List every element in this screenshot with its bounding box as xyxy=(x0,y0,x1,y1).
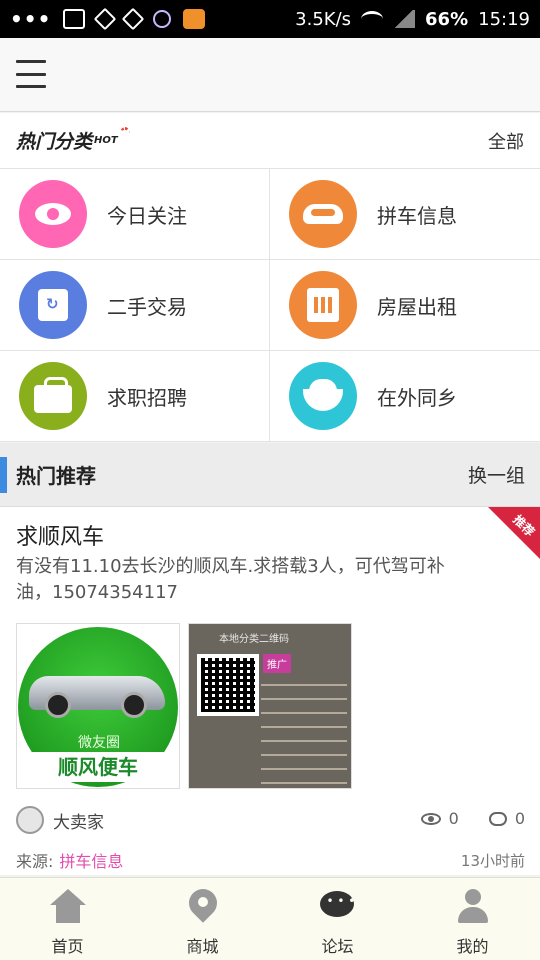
nav-label: 论坛 xyxy=(321,937,354,956)
recommend-header: 热门推荐 换一组 xyxy=(0,443,540,507)
category-label: 求职招聘 xyxy=(107,385,187,410)
author-name: 大卖家 xyxy=(53,812,104,833)
car-illustration xyxy=(29,676,165,718)
categories-title: 热门分类 xyxy=(16,131,93,153)
section-accent-bar xyxy=(0,456,7,493)
category-carpool[interactable]: 拼车信息 xyxy=(270,169,540,260)
post-body: 有没有11.10去长沙的顺风车.求搭载3人，可代驾可补油，15074354117 xyxy=(16,556,445,603)
nav-me[interactable]: 我的 xyxy=(405,878,540,960)
recommend-title: 热门推荐 xyxy=(16,464,96,488)
avatar xyxy=(16,806,44,834)
board-tag: 推广 xyxy=(263,654,291,673)
post-title[interactable]: 求顺风车 xyxy=(16,519,104,551)
image-notification-icon xyxy=(63,9,86,29)
overflow-dots: ••• xyxy=(10,7,52,31)
battery-level: 66% xyxy=(425,8,469,30)
game-notification-icon xyxy=(183,9,206,29)
comments-count: 0 xyxy=(514,809,525,828)
bottom-nav: 首页 商城 论坛 我的 xyxy=(0,877,540,960)
post-card[interactable]: 求顺风车 推荐 有没有11.10去长沙的顺风车.求搭载3人，可代驾可补油，150… xyxy=(0,507,540,875)
status-bar: ••• 3.5K/s 66% 15:19 xyxy=(0,0,540,38)
post-author[interactable]: 大卖家 xyxy=(16,806,104,834)
recommended-badge: 推荐 xyxy=(488,507,540,559)
chat-bubbles-icon xyxy=(319,889,356,925)
car-icon xyxy=(289,180,357,248)
app-notification-icon-2 xyxy=(122,7,145,31)
category-today-focus[interactable]: 今日关注 xyxy=(0,169,270,260)
shopping-bag-icon xyxy=(19,271,87,339)
circle-notification-icon xyxy=(153,10,172,28)
nav-label: 商城 xyxy=(186,937,219,956)
views-count: 0 xyxy=(448,809,459,828)
category-grid: 今日关注 拼车信息 二手交易 房屋出租 求职招聘 在外同乡 xyxy=(0,169,540,442)
category-label: 拼车信息 xyxy=(377,203,457,228)
board-title: 本地分类二维码 xyxy=(219,634,289,645)
eye-icon xyxy=(19,180,87,248)
category-label: 在外同乡 xyxy=(377,385,457,410)
category-second-hand[interactable]: 二手交易 xyxy=(0,260,270,351)
hamburger-menu-icon[interactable] xyxy=(16,60,46,88)
nav-label: 我的 xyxy=(456,937,489,956)
refresh-button[interactable]: 换一组 xyxy=(468,461,525,488)
network-speed: 3.5K/s xyxy=(295,8,352,30)
comments-icon xyxy=(488,811,507,826)
views-icon xyxy=(420,812,441,825)
user-icon xyxy=(455,889,491,925)
post-image-qrcode-board[interactable]: 本地分类二维码 推广 xyxy=(188,623,352,789)
category-jobs[interactable]: 求职招聘 xyxy=(0,351,270,442)
post-stats: 0 0 xyxy=(420,809,525,828)
image-subtitle: 微友圈 xyxy=(78,735,120,751)
post-image-carpool[interactable]: 微友圈 顺风便车 xyxy=(16,623,180,789)
map-pin-icon xyxy=(185,889,221,925)
source-label: 来源: xyxy=(16,852,54,871)
nav-forum[interactable]: 论坛 xyxy=(270,878,405,960)
house-icon xyxy=(289,271,357,339)
all-categories-link[interactable]: 全部 xyxy=(488,128,524,154)
post-source: 来源: 拼车信息 xyxy=(16,848,123,872)
category-label: 今日关注 xyxy=(107,203,187,228)
source-category-link[interactable]: 拼车信息 xyxy=(59,852,123,871)
image-caption: 顺风便车 xyxy=(25,752,171,782)
post-time: 13小时前 xyxy=(460,852,525,870)
nav-label: 首页 xyxy=(51,937,84,956)
bowl-icon xyxy=(289,362,357,430)
signal-icon xyxy=(393,10,416,28)
app-notification-icon xyxy=(94,7,117,31)
categories-header: 热门分类 HOT 全部 xyxy=(0,113,540,169)
hot-badge: HOT xyxy=(94,127,130,146)
category-label: 房屋出租 xyxy=(377,294,457,319)
home-icon xyxy=(49,889,86,925)
category-label: 二手交易 xyxy=(107,294,187,319)
nav-mall[interactable]: 商城 xyxy=(135,878,270,960)
clock: 15:19 xyxy=(478,8,530,30)
qr-code-icon xyxy=(197,654,259,716)
briefcase-icon xyxy=(19,362,87,430)
wifi-icon xyxy=(361,11,384,27)
category-house-rental[interactable]: 房屋出租 xyxy=(270,260,540,351)
nav-home[interactable]: 首页 xyxy=(0,878,135,960)
app-bar xyxy=(0,38,540,112)
category-hometown[interactable]: 在外同乡 xyxy=(270,351,540,442)
